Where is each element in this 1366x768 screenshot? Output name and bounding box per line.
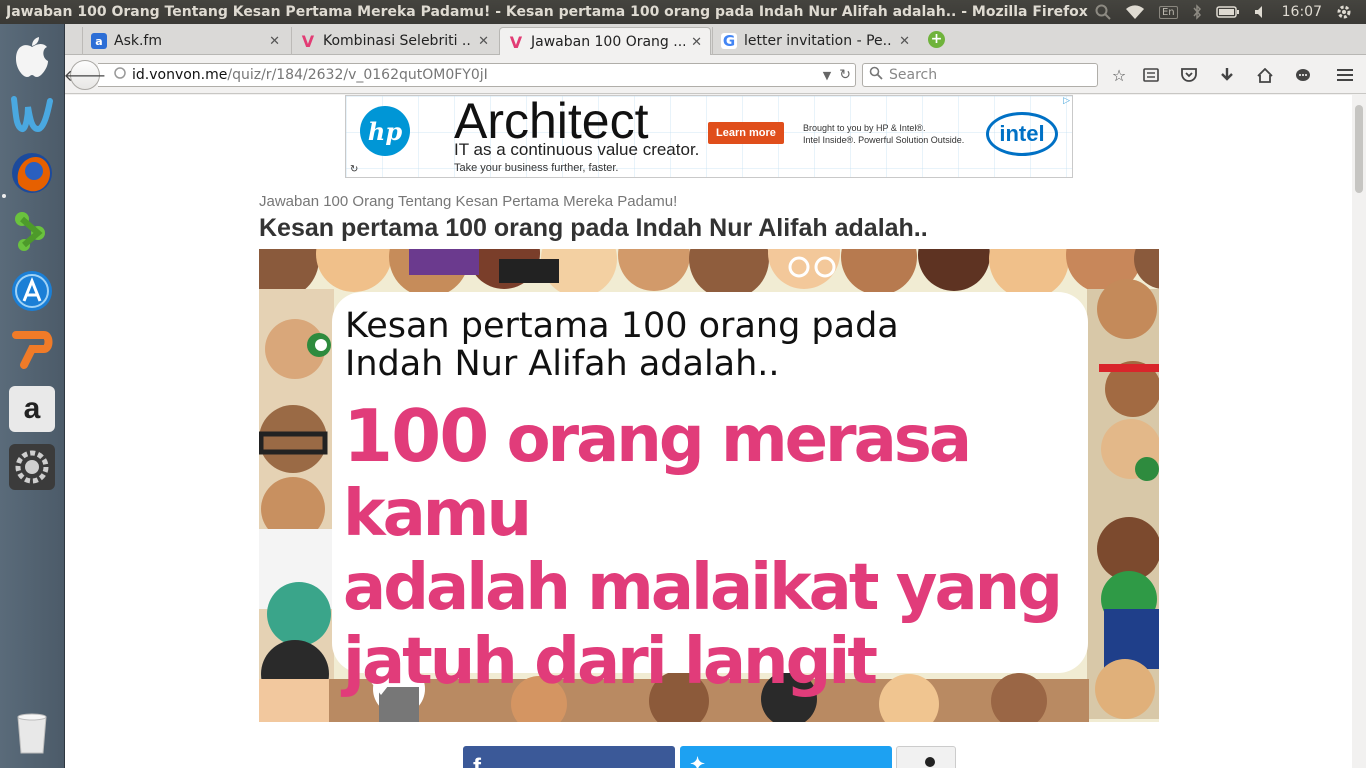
libreoffice-impress-icon[interactable] <box>9 326 55 372</box>
home-icon[interactable] <box>1254 64 1276 86</box>
address-bar[interactable]: id.vonvon.me/quiz/r/184/2632/v_0162qutOM… <box>98 63 856 87</box>
twitter-bird-icon: ✦ <box>690 754 706 768</box>
app-store-icon[interactable] <box>9 268 55 314</box>
hp-logo: hp <box>360 106 410 156</box>
close-tab-icon[interactable]: ✕ <box>893 34 910 49</box>
hp-intel-advertisement[interactable]: hp Architect IT as a continuous value cr… <box>345 95 1073 178</box>
amazon-icon[interactable]: a <box>9 386 55 432</box>
dash-home-icon[interactable] <box>9 34 55 80</box>
ad-byline-2: Intel Inside®. Powerful Solution Outside… <box>803 135 965 145</box>
history-dropdown-icon[interactable]: ▼ <box>819 69 835 82</box>
trash-icon[interactable] <box>9 710 55 756</box>
result-text: 100 orang merasa kamu adalah malaikat ya… <box>343 399 1083 699</box>
menu-hamburger-icon[interactable] <box>1334 64 1356 86</box>
back-arrow-icon: 🡐 <box>63 66 107 85</box>
reading-list-icon[interactable] <box>1140 64 1162 86</box>
bookmark-star-icon[interactable]: ☆ <box>1108 64 1130 86</box>
unity-launcher: a <box>0 24 65 768</box>
crowd-right-column <box>1087 279 1159 719</box>
bluetooth-icon[interactable] <box>1192 4 1202 20</box>
intel-logo: intel <box>986 112 1058 156</box>
pocket-icon[interactable] <box>1178 64 1200 86</box>
libreoffice-writer-icon[interactable] <box>9 92 55 138</box>
keyboard-layout-indicator[interactable]: En <box>1158 5 1178 19</box>
result-text-line-3: jatuh dari langit <box>343 625 878 699</box>
facebook-share-button[interactable]: f <box>463 746 675 768</box>
ad-learn-more-button[interactable]: Learn more <box>708 122 784 144</box>
battery-icon[interactable] <box>1215 5 1240 19</box>
search-box[interactable]: Search <box>862 63 1098 87</box>
facebook-icon: f <box>473 754 481 768</box>
firefox-icon[interactable] <box>9 150 55 196</box>
window-title: Jawaban 100 Orang Tentang Kesan Pertama … <box>6 4 1088 20</box>
result-intro-line-1: Kesan pertama 100 orang pada <box>345 306 899 346</box>
wifi-icon[interactable] <box>1125 4 1145 20</box>
system-top-panel: Jawaban 100 Orang Tentang Kesan Pertama … <box>0 0 1366 24</box>
tab-askfm[interactable]: a Ask.fm ✕ <box>82 27 288 55</box>
askfm-icon: a <box>91 33 107 49</box>
url-host: id.vonvon.me <box>132 67 228 83</box>
ad-subline: IT as a continuous value creator. <box>454 140 700 159</box>
running-indicator <box>2 194 6 198</box>
result-number: 100 <box>343 394 489 478</box>
scrollbar-thumb[interactable] <box>1355 105 1363 193</box>
page-title: Kesan pertama 100 orang pada Indah Nur A… <box>259 214 928 242</box>
ad-byline: Brought to you by HP & Intel®. Intel Ins… <box>803 122 964 146</box>
libreoffice-calc-icon[interactable] <box>9 208 55 254</box>
vonvon-icon: V <box>301 31 315 51</box>
downloads-icon[interactable] <box>1216 64 1238 86</box>
crowd-left-column <box>259 289 335 722</box>
ad-byline-1: Brought to you by HP & Intel®. <box>803 123 926 133</box>
system-settings-icon[interactable] <box>9 444 55 490</box>
chat-icon[interactable] <box>1292 64 1314 86</box>
volume-icon[interactable] <box>1254 5 1268 19</box>
ad-tagline: Take your business further, faster. <box>454 162 619 174</box>
tab-label: letter invitation - Pe... <box>744 33 894 49</box>
vonvon-icon: V <box>509 32 523 52</box>
back-button[interactable]: 🡐 <box>64 60 106 90</box>
adchoices-icon[interactable]: ▷ <box>1063 96 1070 106</box>
more-share-button[interactable] <box>896 746 956 768</box>
close-tab-icon[interactable]: ✕ <box>685 35 702 50</box>
tab-letter-invitation[interactable]: G letter invitation - Pe... ✕ <box>712 27 918 55</box>
indicator-area: En 16:07 <box>1095 4 1366 20</box>
quiz-result-image: Kesan pertama 100 orang pada Indah Nur A… <box>259 249 1159 722</box>
tab-jawaban-100-orang[interactable]: V Jawaban 100 Orang ... ✕ <box>499 27 711 56</box>
result-intro-line-2: Indah Nur Alifah adalah.. <box>345 344 780 384</box>
google-icon: G <box>721 32 737 50</box>
url-path: /quiz/r/184/2632/v_0162qutOM0FY0jI <box>227 67 488 83</box>
url-text: id.vonvon.me/quiz/r/184/2632/v_0162qutOM… <box>126 67 819 83</box>
share-more-icon <box>925 757 935 767</box>
new-tab-button[interactable]: + <box>928 31 945 48</box>
close-tab-icon[interactable]: ✕ <box>472 34 489 49</box>
page-scrollbar[interactable] <box>1352 95 1366 768</box>
reload-icon[interactable]: ↻ <box>835 67 855 83</box>
twitter-share-button[interactable]: ✦ <box>680 746 892 768</box>
close-tab-icon[interactable]: ✕ <box>263 34 280 49</box>
result-intro: Kesan pertama 100 orang pada Indah Nur A… <box>345 307 1045 383</box>
tab-label: Ask.fm <box>114 33 162 49</box>
tab-kombinasi-selebriti[interactable]: V Kombinasi Selebriti ... ✕ <box>291 27 497 55</box>
power-gear-icon[interactable] <box>1336 4 1352 20</box>
navigation-toolbar: id.vonvon.me/quiz/r/184/2632/v_0162qutOM… <box>64 55 1366 94</box>
search-icon <box>869 66 883 84</box>
page-viewport: hp Architect IT as a continuous value cr… <box>65 95 1366 768</box>
tab-label: Kombinasi Selebriti ... <box>323 33 473 49</box>
search-placeholder: Search <box>889 67 938 83</box>
result-text-line-2: adalah malaikat yang <box>343 551 1063 625</box>
site-info-icon[interactable] <box>114 67 126 83</box>
replay-icon[interactable]: ↻ <box>350 164 358 175</box>
quiz-breadcrumb[interactable]: Jawaban 100 Orang Tentang Kesan Pertama … <box>259 193 677 210</box>
tab-strip: a Ask.fm ✕ V Kombinasi Selebriti ... ✕ V… <box>65 24 1366 56</box>
firefox-window: a Ask.fm ✕ V Kombinasi Selebriti ... ✕ V… <box>64 24 1366 768</box>
clock[interactable]: 16:07 <box>1282 4 1322 20</box>
search-indicator-icon[interactable] <box>1095 4 1111 20</box>
tab-label: Jawaban 100 Orang ... <box>531 34 686 50</box>
